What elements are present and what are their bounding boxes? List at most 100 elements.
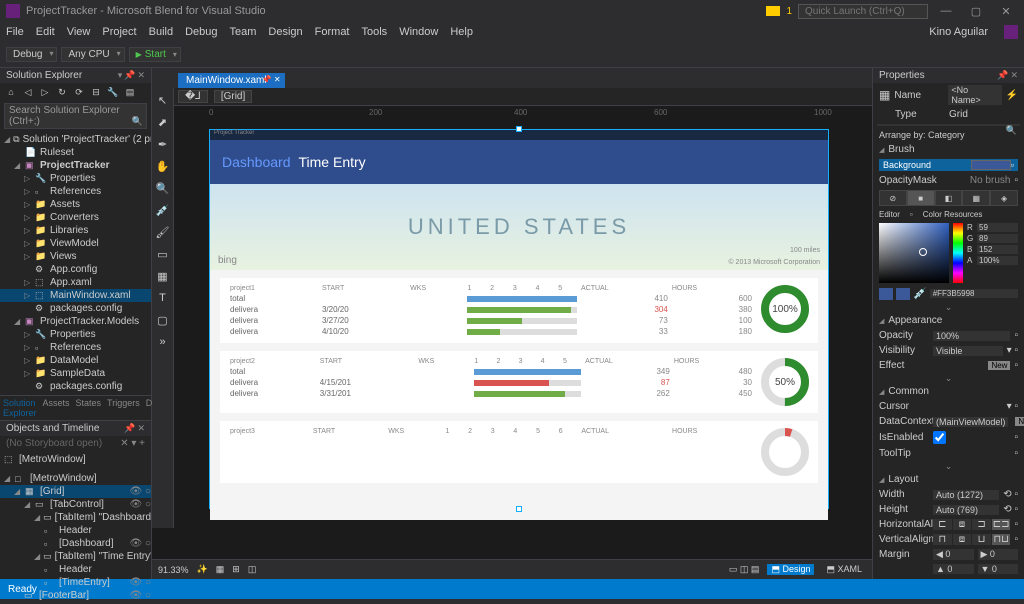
assets-node[interactable]: ▷📁Assets [0,198,151,211]
notification-count[interactable]: 1 [786,6,792,17]
width-reset-icon[interactable]: ⟲ ▫ [1003,489,1018,500]
pointer-tool-icon[interactable]: ↖ [155,92,171,108]
margin-t[interactable]: ▲ 0 [933,564,974,574]
ruleset-node[interactable]: 📄Ruleset [0,146,151,159]
crumb-root[interactable]: �⅃ [178,90,208,103]
isenabled-checkbox[interactable] [933,431,946,444]
tab-solution-explorer[interactable]: Solution Explorer [0,396,40,420]
arrange-by[interactable]: Arrange by: Category [873,128,1024,142]
design-canvas[interactable]: Project Tracker Dashboard Time Entry UNI… [174,124,872,559]
background-property[interactable]: Background▫ [879,159,1018,171]
panel-pin-icon[interactable]: 📌 [124,70,135,81]
start-button[interactable]: Start [129,47,181,62]
pen-tool-icon[interactable]: ✒ [155,136,171,152]
button-tool-icon[interactable]: ▢ [155,312,171,328]
zoom-level[interactable]: 91.33% [158,565,189,575]
timeline-close-icon[interactable]: ✕ [137,423,145,434]
timeline-grid[interactable]: ◢▦[Grid]👁 ○ [0,485,151,498]
valign-center[interactable]: ⧈ [953,534,972,545]
timeline-tab2[interactable]: ◢▭[TabItem] "Time Entry"👁 ○ [0,550,151,563]
sync-icon[interactable]: ↻ [55,85,69,99]
crumb-grid[interactable]: [Grid] [214,90,252,103]
appxaml-node[interactable]: ▷⬚App.xaml [0,276,151,289]
name-input[interactable]: <No Name> [948,85,1001,105]
properties-search[interactable] [877,124,1020,126]
showall-icon[interactable]: ▤ [123,85,137,99]
menu-file[interactable]: File [6,26,24,38]
nobrush-tab[interactable]: ⊘ [879,190,907,206]
home-icon[interactable]: ⌂ [4,85,18,99]
references2-node[interactable]: ▷▫References [0,341,151,354]
map-view[interactable]: UNITED STATES bing 100 miles © 2013 Micr… [210,184,828,270]
b-input[interactable]: 152 [977,245,1018,254]
eyedropper-icon[interactable]: 💉 [155,202,171,218]
split-icon[interactable]: ◫ [248,564,257,575]
timeline-header2[interactable]: ▫Header [0,563,151,576]
width-input[interactable]: Auto (1272) [933,490,999,500]
resize-handle-s[interactable] [516,506,522,512]
converters-node[interactable]: ▷📁Converters [0,211,151,224]
timeline-dashboard[interactable]: ▫[Dashboard]👁 ○ [0,537,151,550]
project1-node[interactable]: ◢▣ProjectTracker [0,159,151,172]
references-node[interactable]: ▷▫References [0,185,151,198]
solution-root[interactable]: ◢⧉Solution 'ProjectTracker' (2 projects) [0,133,151,146]
menu-window[interactable]: Window [399,26,438,38]
timeline-pin-icon[interactable]: 📌 [124,423,135,434]
solid-tab[interactable]: ■ [907,190,935,206]
resize-handle-n[interactable] [516,126,522,132]
menu-project[interactable]: Project [102,26,136,38]
notification-flag-icon[interactable] [766,6,780,16]
timeline-header1[interactable]: ▫Header [0,524,151,537]
visibility-dropdown[interactable]: Visible [933,346,1003,356]
menu-design[interactable]: Design [268,26,302,38]
height-reset-icon[interactable]: ⟲ ▫ [1003,504,1018,515]
resource-tab[interactable]: ◈ [990,190,1018,206]
timeline-tab1[interactable]: ◢▭[TabItem] "Dashboard"👁 ○ [0,511,151,524]
events-icon[interactable]: ⚡ [1006,90,1018,101]
valign-top[interactable]: ⊓ [933,534,952,545]
properties2-node[interactable]: ▷🔧Properties [0,328,151,341]
tab-states[interactable]: States [73,396,105,420]
artboard[interactable]: Project Tracker Dashboard Time Entry UNI… [209,129,829,509]
opacitymask-row[interactable]: OpacityMaskNo brush▫ [873,173,1024,188]
effects-icon[interactable]: ✨ [197,564,208,575]
menu-view[interactable]: View [67,26,91,38]
appconfig-node[interactable]: ⚙App.config [0,263,151,276]
common-category[interactable]: Common [873,384,1024,399]
back-icon[interactable]: ◁ [21,85,35,99]
libraries-node[interactable]: ▷📁Libraries [0,224,151,237]
user-avatar-icon[interactable] [1004,25,1018,39]
editor-tab[interactable]: Editor [879,210,900,219]
menu-build[interactable]: Build [149,26,173,38]
properties-icon[interactable]: 🔧 [106,85,120,99]
assets-tool-icon[interactable]: » [155,334,171,350]
packages-node[interactable]: ⚙packages.config [0,302,151,315]
tab-triggers[interactable]: Triggers [104,396,143,420]
brush-expand[interactable]: ⌄ [873,302,1024,313]
direct-select-icon[interactable]: ⬈ [155,114,171,130]
properties-node[interactable]: ▷🔧Properties [0,172,151,185]
halign-center[interactable]: ⧈ [953,519,972,530]
config-dropdown[interactable]: Debug [6,47,57,62]
brush-tool-icon[interactable]: 🖌 [155,224,171,240]
solution-explorer-search[interactable]: Search Solution Explorer (Ctrl+;) [4,103,147,129]
menu-help[interactable]: Help [450,26,473,38]
design-view-tab[interactable]: ⬒ Design [767,564,814,575]
user-name[interactable]: Kino Aguilar [929,26,988,38]
xaml-view-tab[interactable]: ⬒ XAML [822,564,866,575]
common-expand[interactable]: ⌄ [873,461,1024,472]
halign-left[interactable]: ⊏ [933,519,952,530]
collapse-icon[interactable]: ⊟ [89,85,103,99]
hue-slider[interactable] [953,223,963,283]
layout-category[interactable]: Layout [873,472,1024,487]
eyedropper-icon[interactable]: 💉 [913,287,927,300]
zoom-tool-icon[interactable]: 🔍 [155,180,171,196]
menu-format[interactable]: Format [315,26,350,38]
brush-category[interactable]: Brush [873,142,1024,157]
opacity-input[interactable]: 100% [933,331,1010,341]
panel-dropdown-icon[interactable]: ▾ [118,70,123,81]
minimize-button[interactable]: — [934,5,958,17]
valign-stretch[interactable]: ⊓⊔ [992,534,1011,545]
datacontext-value[interactable]: (MainViewModel) [933,417,1008,427]
platform-dropdown[interactable]: Any CPU [61,47,124,62]
